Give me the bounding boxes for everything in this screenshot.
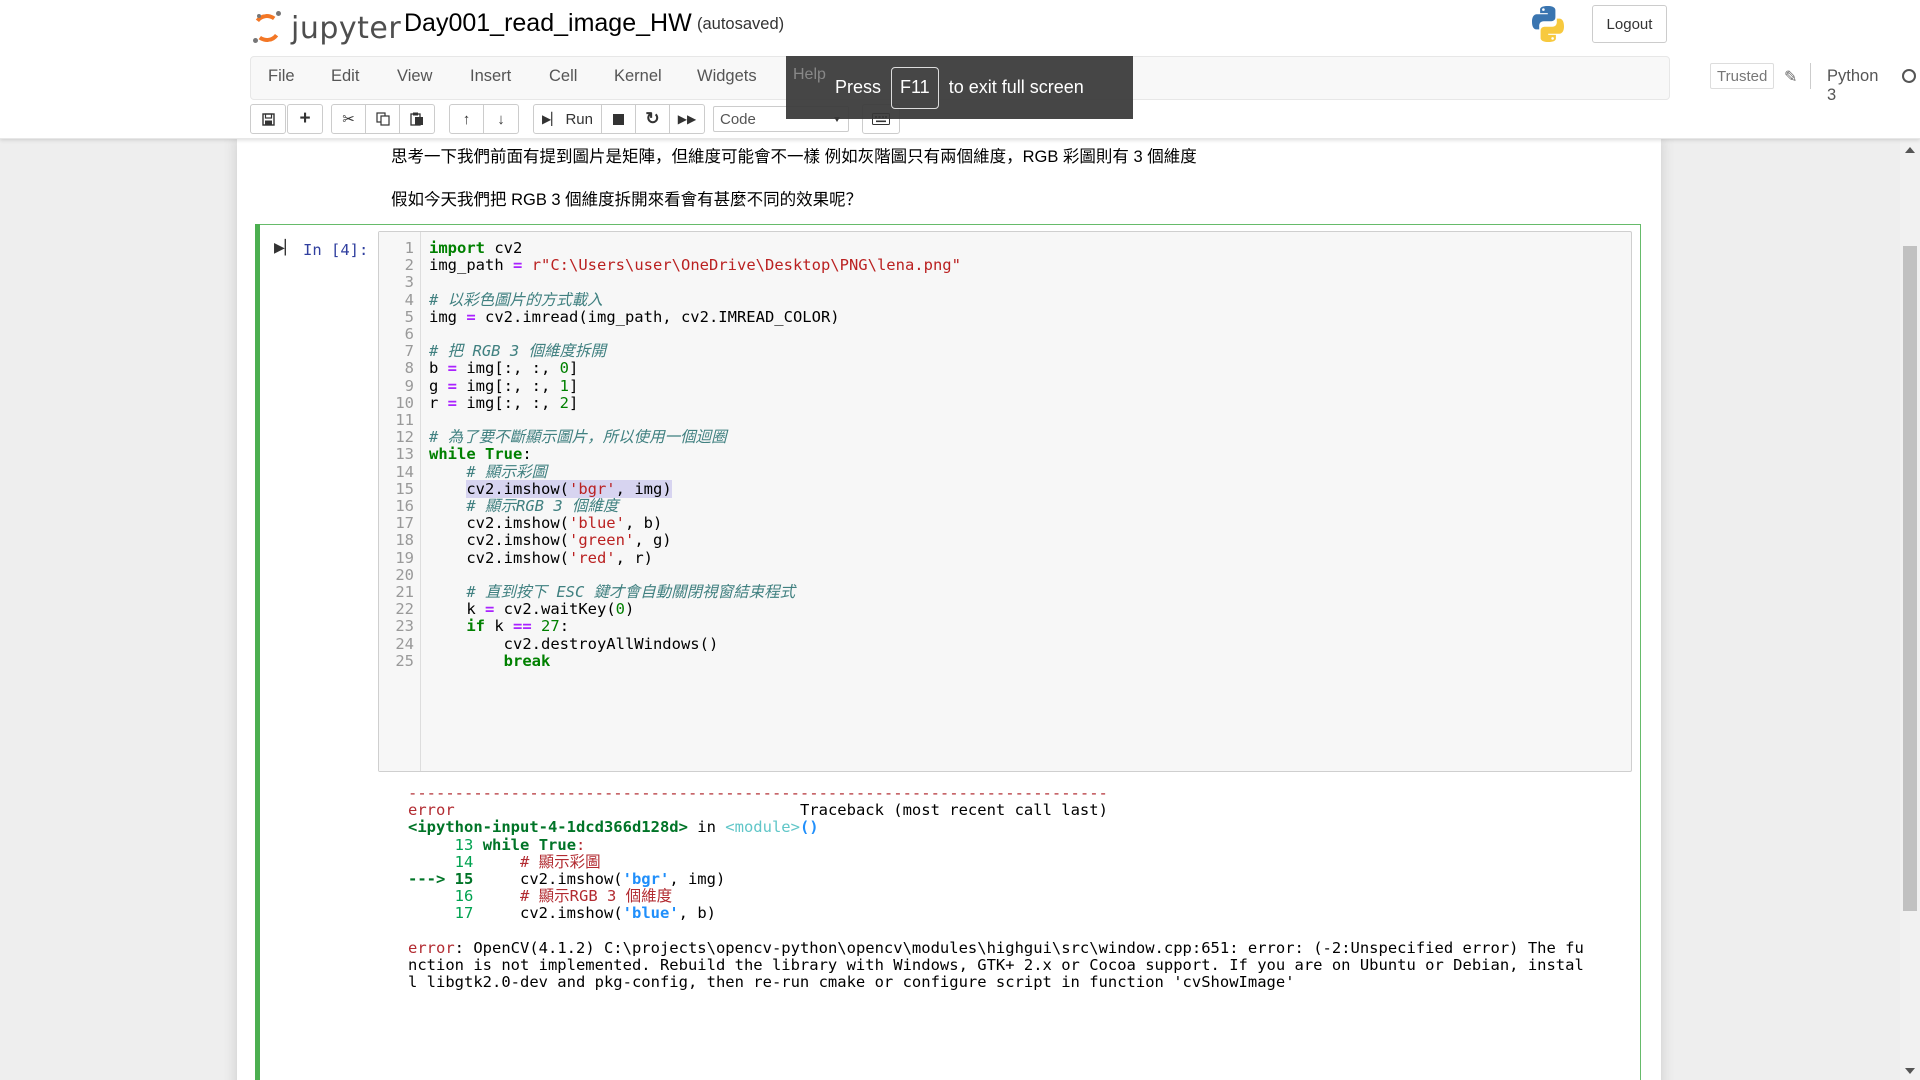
fullscreen-toast-key: F11 [891, 66, 939, 109]
output-line: l libgtk2.0-dev and pkg-config, then re-… [408, 973, 1295, 992]
move-down-button[interactable]: ↓ [484, 105, 518, 133]
save-icon [261, 112, 275, 126]
move-up-button[interactable]: ↑ [450, 105, 484, 133]
fullscreen-toast-prefix: Press [835, 77, 882, 97]
fullscreen-toast-suffix: to exit full screen [948, 77, 1084, 97]
menu-help[interactable]: Help [793, 66, 826, 84]
insert-cell-button[interactable]: + [288, 105, 322, 133]
output-line: 17 cv2.imshow('blue', b) [454, 904, 716, 923]
copy-icon [375, 112, 390, 126]
scroll-down-arrow-icon[interactable] [1905, 1068, 1915, 1074]
code-line: r = img[:, :, 2] [429, 393, 579, 412]
cell-run-icon[interactable]: ▶▏ [274, 239, 296, 256]
edit-mode-pencil-icon: ✎ [1784, 69, 1798, 86]
plus-icon: + [299, 108, 311, 129]
cell-type-value: Code [720, 110, 756, 128]
code-line: break [503, 651, 551, 670]
logout-button[interactable]: Logout [1592, 5, 1667, 43]
arrow-up-icon: ↑ [462, 110, 471, 128]
fast-forward-icon: ▶▶ [677, 112, 697, 126]
notebook-page: 思考一下我們前面有提到圖片是矩陣，但維度可能會不一樣 例如灰階圖只有兩個維度，R… [237, 139, 1661, 1080]
code-cell[interactable]: ▶▏ In [4]: 1 import cv2 2 img_path = r"C:\U… [255, 224, 1641, 1080]
run-button[interactable]: ▶▏ Run [534, 105, 602, 133]
restart-run-all-button[interactable]: ▶▶ [670, 105, 704, 133]
step-forward-icon: ▶▏ [542, 112, 561, 126]
markdown-text: 假如今天我們把 RGB 3 個維度拆開來看會有甚麼不同的效果呢？ [391, 191, 863, 209]
scissors-icon: ✂ [342, 111, 355, 128]
jupyter-logo[interactable]: jupyter [251, 6, 401, 50]
code-line: cv2.imshow('red', r) [429, 548, 653, 567]
paste-icon [410, 112, 423, 126]
arrow-down-icon: ↓ [497, 110, 505, 128]
kernel-idle-indicator-icon [1902, 69, 1916, 83]
restart-button[interactable]: ↻ [636, 105, 670, 133]
run-label: Run [565, 110, 593, 128]
jupyter-logo-text: jupyter [291, 10, 402, 46]
menu-kernel[interactable]: Kernel [614, 67, 662, 86]
menu-file[interactable]: File [268, 67, 295, 86]
menu-cell[interactable]: Cell [549, 67, 577, 86]
stop-icon [613, 113, 624, 125]
scroll-up-arrow-icon[interactable] [1905, 147, 1915, 153]
menu-widgets[interactable]: Widgets [697, 67, 757, 86]
refresh-icon: ↻ [645, 109, 660, 128]
menu-edit[interactable]: Edit [331, 67, 359, 86]
fullscreen-toast: Press F11 to exit full screen [786, 56, 1133, 119]
input-prompt: In [4]: [303, 241, 369, 259]
notebook-name[interactable]: Day001_read_image_HW [404, 9, 692, 38]
markdown-text: 思考一下我們前面有提到圖片是矩陣，但維度可能會不一樣 例如灰階圖只有兩個維度，R… [391, 148, 1197, 166]
copy-button[interactable] [366, 105, 400, 133]
jupyter-logo-icon [251, 11, 285, 45]
code-line: img = cv2.imread(img_path, cv2.IMREAD_CO… [429, 307, 840, 326]
cut-button[interactable]: ✂ [332, 105, 366, 133]
python-logo-icon [1532, 6, 1564, 42]
save-button[interactable] [251, 105, 285, 133]
paste-button[interactable] [400, 105, 434, 133]
menu-insert[interactable]: Insert [470, 67, 511, 86]
interrupt-button[interactable] [602, 105, 636, 133]
scrollbar-thumb[interactable] [1903, 246, 1917, 911]
code-line: img_path = r"C:\Users\user\OneDrive\Desk… [429, 256, 961, 275]
menu-view[interactable]: View [397, 67, 432, 86]
autosave-status: (autosaved) [697, 15, 785, 33]
line-number: 25 [395, 651, 414, 670]
trusted-indicator[interactable]: Trusted [1710, 63, 1775, 89]
kernel-name[interactable]: Python 3 [1827, 67, 1878, 105]
notebook-area: 思考一下我們前面有提到圖片是矩陣，但維度可能會不一樣 例如灰階圖只有兩個維度，R… [0, 139, 1900, 1080]
code-editor[interactable]: 1 import cv2 2 img_path = r"C:\Users\user\O… [378, 231, 1632, 772]
kernel-separator [1810, 63, 1811, 89]
